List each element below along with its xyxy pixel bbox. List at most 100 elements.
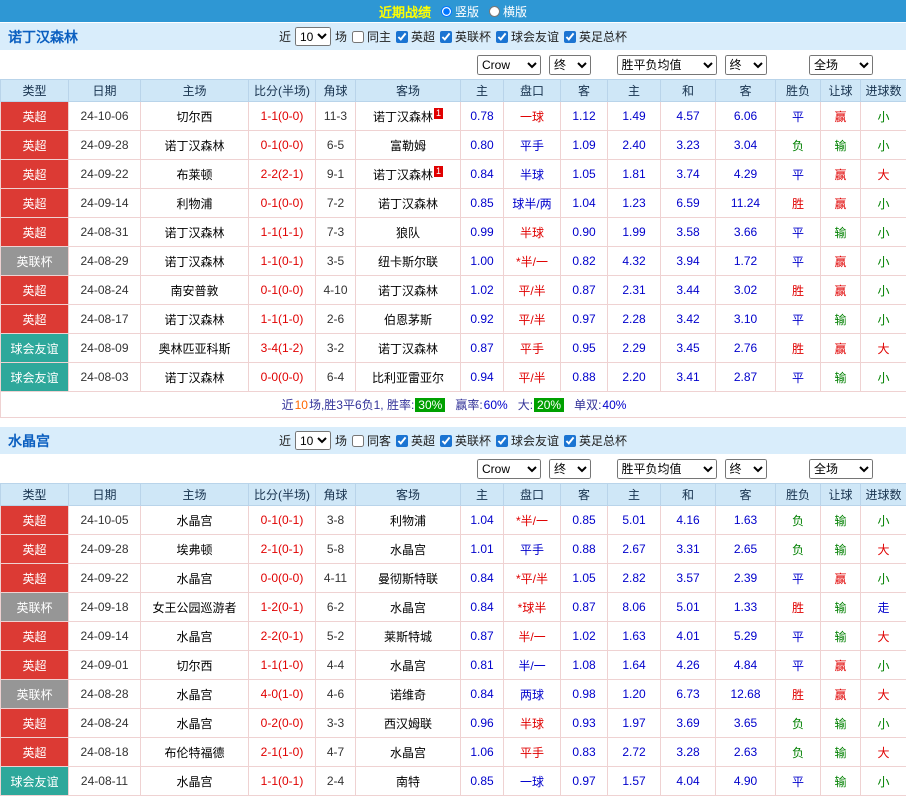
same-venue-checkbox[interactable] bbox=[352, 31, 364, 43]
league-option-league-cup[interactable]: 英联杯 bbox=[439, 432, 491, 449]
away-team-link[interactable]: 诺维奇 bbox=[390, 688, 426, 702]
home-team-link[interactable]: 奥林匹亚科斯 bbox=[158, 342, 230, 356]
same-venue-option[interactable]: 同客 bbox=[351, 432, 391, 449]
scope-select[interactable]: 全场 bbox=[809, 55, 873, 75]
score-link[interactable]: 0-0(0-0) bbox=[261, 370, 304, 384]
home-team-link[interactable]: 利物浦 bbox=[176, 197, 212, 211]
cell-competition: 英超 bbox=[1, 622, 69, 651]
away-team-link[interactable]: 比利亚雷亚尔 bbox=[372, 371, 444, 385]
avg-odds-select[interactable]: 胜平负均值 bbox=[617, 55, 717, 75]
score-link[interactable]: 2-2(2-1) bbox=[261, 167, 304, 181]
scope-select[interactable]: 全场 bbox=[809, 459, 873, 479]
epl-checkbox[interactable] bbox=[396, 31, 408, 43]
friendly-checkbox[interactable] bbox=[496, 31, 508, 43]
home-team-link[interactable]: 南安普敦 bbox=[170, 284, 218, 298]
away-team-link[interactable]: 富勒姆 bbox=[390, 139, 426, 153]
score-link[interactable]: 0-2(0-0) bbox=[261, 716, 304, 730]
home-team-link[interactable]: 水晶宫 bbox=[176, 514, 212, 528]
home-team-link[interactable]: 水晶宫 bbox=[176, 717, 212, 731]
score-link[interactable]: 1-2(0-1) bbox=[261, 600, 304, 614]
away-team-link[interactable]: 莱斯特城 bbox=[384, 630, 432, 644]
away-team-link[interactable]: 诺丁汉森林 bbox=[378, 342, 438, 356]
league-cup-checkbox[interactable] bbox=[440, 435, 452, 447]
away-team-link[interactable]: 诺丁汉森林 bbox=[373, 168, 433, 182]
score-link[interactable]: 2-1(1-0) bbox=[261, 745, 304, 759]
home-team-link[interactable]: 诺丁汉森林 bbox=[164, 255, 224, 269]
league-option-epl[interactable]: 英超 bbox=[395, 28, 435, 45]
epl-checkbox[interactable] bbox=[396, 435, 408, 447]
home-team-link[interactable]: 水晶宫 bbox=[176, 775, 212, 789]
score-link[interactable]: 0-1(0-0) bbox=[261, 138, 304, 152]
friendly-checkbox[interactable] bbox=[496, 435, 508, 447]
score-link[interactable]: 4-0(1-0) bbox=[261, 687, 304, 701]
odds-final-select[interactable]: 终 bbox=[549, 459, 591, 479]
avg-odds-select[interactable]: 胜平负均值 bbox=[617, 459, 717, 479]
league-option-epl[interactable]: 英超 bbox=[395, 432, 435, 449]
score-link[interactable]: 2-1(0-1) bbox=[261, 542, 304, 556]
away-team-link[interactable]: 诺丁汉森林 bbox=[378, 197, 438, 211]
league-option-league-cup[interactable]: 英联杯 bbox=[439, 28, 491, 45]
home-team-link[interactable]: 布莱顿 bbox=[176, 168, 212, 182]
away-team-link[interactable]: 曼彻斯特联 bbox=[378, 572, 438, 586]
score-link[interactable]: 0-1(0-1) bbox=[261, 513, 304, 527]
home-team-link[interactable]: 水晶宫 bbox=[176, 572, 212, 586]
home-team-link[interactable]: 诺丁汉森林 bbox=[164, 139, 224, 153]
home-team-link[interactable]: 布伦特福德 bbox=[164, 746, 224, 760]
league-cup-checkbox[interactable] bbox=[440, 31, 452, 43]
away-team-link[interactable]: 诺丁汉森林 bbox=[378, 284, 438, 298]
home-team-link[interactable]: 切尔西 bbox=[176, 659, 212, 673]
away-team-link[interactable]: 水晶宫 bbox=[390, 543, 426, 557]
league-option-fa-cup[interactable]: 英足总杯 bbox=[563, 28, 627, 45]
home-team-link[interactable]: 埃弗顿 bbox=[176, 543, 212, 557]
fa-cup-checkbox[interactable] bbox=[564, 435, 576, 447]
same-venue-checkbox[interactable] bbox=[352, 435, 364, 447]
score-link[interactable]: 0-1(0-0) bbox=[261, 196, 304, 210]
fa-cup-checkbox[interactable] bbox=[564, 31, 576, 43]
away-team-link[interactable]: 水晶宫 bbox=[390, 746, 426, 760]
away-team-link[interactable]: 利物浦 bbox=[390, 514, 426, 528]
home-team-link[interactable]: 水晶宫 bbox=[176, 688, 212, 702]
away-team-link[interactable]: 南特 bbox=[396, 775, 420, 789]
league-option-fa-cup[interactable]: 英足总杯 bbox=[563, 432, 627, 449]
score-link[interactable]: 1-1(1-0) bbox=[261, 658, 304, 672]
score-link[interactable]: 1-1(0-1) bbox=[261, 774, 304, 788]
home-team-link[interactable]: 切尔西 bbox=[176, 110, 212, 124]
layout-horizontal-radio[interactable] bbox=[489, 6, 500, 17]
home-team-link[interactable]: 女王公园巡游者 bbox=[152, 601, 236, 615]
home-team-link[interactable]: 诺丁汉森林 bbox=[164, 226, 224, 240]
score-link[interactable]: 3-4(1-2) bbox=[261, 341, 304, 355]
score-link[interactable]: 0-0(0-0) bbox=[261, 571, 304, 585]
score-link[interactable]: 1-1(0-0) bbox=[261, 109, 304, 123]
away-team-link[interactable]: 水晶宫 bbox=[390, 601, 426, 615]
score-link[interactable]: 2-2(0-1) bbox=[261, 629, 304, 643]
recent-count-select[interactable]: 10 bbox=[295, 27, 331, 46]
away-team-link[interactable]: 诺丁汉森林 bbox=[373, 110, 433, 124]
away-team-link[interactable]: 伯恩茅斯 bbox=[384, 313, 432, 327]
recent-count-select[interactable]: 10 bbox=[295, 431, 331, 450]
layout-vertical-option[interactable]: 竖版 bbox=[441, 3, 479, 20]
score-link[interactable]: 0-1(0-0) bbox=[261, 283, 304, 297]
same-venue-option[interactable]: 同主 bbox=[351, 28, 391, 45]
layout-horizontal-option[interactable]: 横版 bbox=[489, 3, 527, 20]
cell-avg-draw: 3.42 bbox=[661, 305, 716, 334]
league-option-friendly[interactable]: 球会友谊 bbox=[495, 28, 559, 45]
home-team-link[interactable]: 水晶宫 bbox=[176, 630, 212, 644]
score-link[interactable]: 1-1(1-0) bbox=[261, 312, 304, 326]
score-link[interactable]: 1-1(1-1) bbox=[261, 225, 304, 239]
avg-final-select[interactable]: 终 bbox=[725, 459, 767, 479]
odds-final-select[interactable]: 终 bbox=[549, 55, 591, 75]
away-team-link[interactable]: 纽卡斯尔联 bbox=[378, 255, 438, 269]
team-name-link[interactable]: 诺丁汉森林 bbox=[8, 27, 78, 47]
away-team-link[interactable]: 西汉姆联 bbox=[384, 717, 432, 731]
home-team-link[interactable]: 诺丁汉森林 bbox=[164, 313, 224, 327]
odds-source-select[interactable]: Crow bbox=[477, 459, 541, 479]
league-option-friendly[interactable]: 球会友谊 bbox=[495, 432, 559, 449]
odds-source-select[interactable]: Crow bbox=[477, 55, 541, 75]
team-name-link[interactable]: 水晶宫 bbox=[8, 431, 50, 451]
score-link[interactable]: 1-1(0-1) bbox=[261, 254, 304, 268]
avg-final-select[interactable]: 终 bbox=[725, 55, 767, 75]
away-team-link[interactable]: 水晶宫 bbox=[390, 659, 426, 673]
away-team-link[interactable]: 狼队 bbox=[396, 226, 420, 240]
home-team-link[interactable]: 诺丁汉森林 bbox=[164, 371, 224, 385]
layout-vertical-radio[interactable] bbox=[441, 6, 452, 17]
